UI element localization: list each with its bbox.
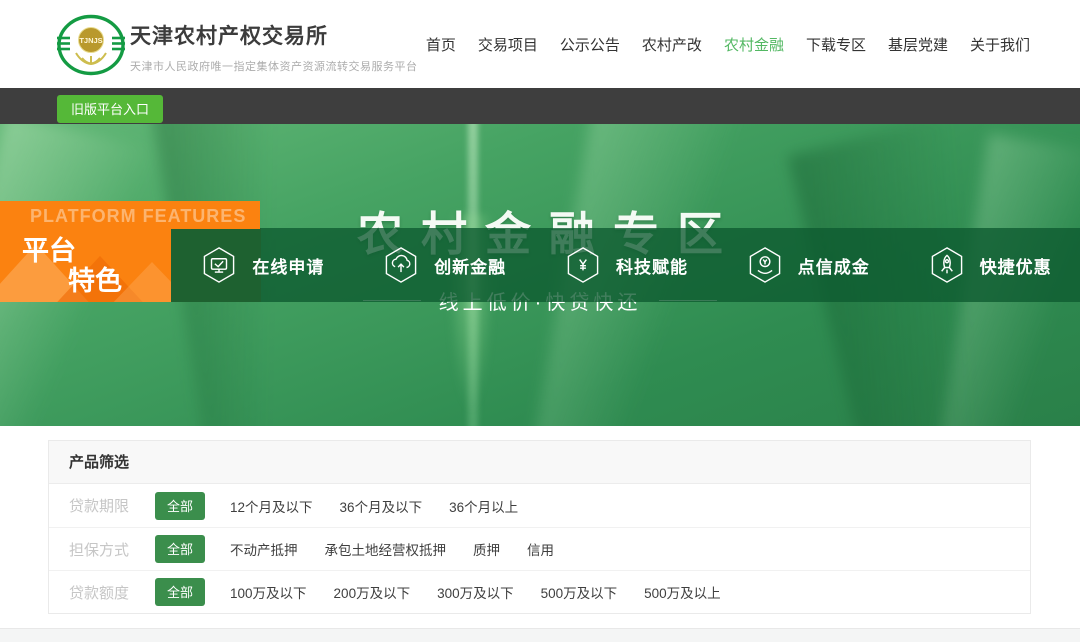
feature-item-credit-to-gold[interactable]: 点信成金 xyxy=(716,228,898,302)
filter-row-loan-amount: 贷款额度 全部 100万及以下 200万及以下 300万及以下 500万及以下 … xyxy=(49,570,1030,613)
filter-card-title: 产品筛选 xyxy=(49,441,1030,484)
footer-strip xyxy=(0,628,1080,642)
filter-option[interactable]: 质押 xyxy=(473,539,500,559)
feature-item-tech-empowerment[interactable]: 科技赋能 xyxy=(535,228,717,302)
filter-option[interactable]: 36个月以上 xyxy=(449,496,518,516)
filter-option[interactable]: 承包土地经营权抵押 xyxy=(325,539,447,559)
filter-option[interactable]: 100万及以下 xyxy=(230,582,307,602)
filter-row-label: 担保方式 xyxy=(69,539,133,560)
feature-label: 创新金融 xyxy=(434,253,506,278)
feature-item-online-apply[interactable]: 在线申请 xyxy=(171,228,353,302)
nav-item-downloads[interactable]: 下载专区 xyxy=(806,34,866,55)
main-nav: 首页 交易项目 公示公告 农村产改 农村金融 下载专区 基层党建 关于我们 xyxy=(426,0,1030,88)
filter-row-label: 贷款期限 xyxy=(69,495,133,516)
top-utility-bar: 旧版平台入口 xyxy=(0,88,1080,124)
filter-options: 12个月及以下 36个月及以下 36个月以上 xyxy=(230,496,518,516)
exchange-logo-icon: TJNJS xyxy=(56,13,126,77)
filter-option[interactable]: 信用 xyxy=(527,539,554,559)
filter-options: 不动产抵押 承包土地经营权抵押 质押 信用 xyxy=(230,539,554,559)
filter-options: 100万及以下 200万及以下 300万及以下 500万及以下 500万及以上 xyxy=(230,582,721,602)
all-option-button[interactable]: 全部 xyxy=(155,578,205,606)
filter-option[interactable]: 500万及以上 xyxy=(644,582,721,602)
page: TJNJS 天津农村产权交易所 天津市人民政府唯一指定集体资产资源流转交易服务平… xyxy=(0,0,1080,642)
all-option-button[interactable]: 全部 xyxy=(155,535,205,563)
platform-features-band: PLATFORM FEATURES xyxy=(0,201,260,229)
feature-label: 快捷优惠 xyxy=(980,253,1052,278)
nav-item-announcements[interactable]: 公示公告 xyxy=(560,34,620,55)
filter-option[interactable]: 500万及以下 xyxy=(541,582,618,602)
platform-features-en-label: PLATFORM FEATURES xyxy=(0,201,260,227)
filter-option[interactable]: 36个月及以下 xyxy=(340,496,423,516)
feature-label: 点信成金 xyxy=(798,253,870,278)
cloud-upload-icon xyxy=(381,245,421,285)
feature-item-innovative-finance[interactable]: 创新金融 xyxy=(353,228,535,302)
monitor-check-icon xyxy=(199,245,239,285)
all-option-button[interactable]: 全部 xyxy=(155,492,205,520)
feature-label: 科技赋能 xyxy=(616,253,688,278)
brand-text: 天津农村产权交易所 天津市人民政府唯一指定集体资产资源流转交易服务平台 xyxy=(130,20,418,74)
product-filter-card: 产品筛选 贷款期限 全部 12个月及以下 36个月及以下 36个月以上 担保方式… xyxy=(48,440,1031,614)
filter-row-loan-term: 贷款期限 全部 12个月及以下 36个月及以下 36个月以上 xyxy=(49,484,1030,527)
coin-hand-icon xyxy=(745,245,785,285)
filter-option[interactable]: 200万及以下 xyxy=(334,582,411,602)
feature-label: 在线申请 xyxy=(252,253,324,278)
site-subtitle: 天津市人民政府唯一指定集体资产资源流转交易服务平台 xyxy=(130,58,418,74)
filter-option[interactable]: 300万及以下 xyxy=(437,582,514,602)
header: TJNJS 天津农村产权交易所 天津市人民政府唯一指定集体资产资源流转交易服务平… xyxy=(0,0,1080,88)
nav-item-about-us[interactable]: 关于我们 xyxy=(970,34,1030,55)
platform-features-ribbon: 平台 特色 xyxy=(0,228,171,302)
nav-item-party-building[interactable]: 基层党建 xyxy=(888,34,948,55)
ribbon-cn-line2: 特色 xyxy=(68,259,122,298)
filter-row-guarantee-type: 担保方式 全部 不动产抵押 承包土地经营权抵押 质押 信用 xyxy=(49,527,1030,570)
nav-item-rural-finance[interactable]: 农村金融 xyxy=(724,34,784,55)
feature-bar: 在线申请 创新金融 科技赋能 xyxy=(171,228,1080,302)
yen-circle-icon xyxy=(563,245,603,285)
nav-item-projects[interactable]: 交易项目 xyxy=(478,34,538,55)
rocket-icon xyxy=(927,245,967,285)
filter-option[interactable]: 12个月及以下 xyxy=(230,496,313,516)
filter-option[interactable]: 不动产抵押 xyxy=(230,539,298,559)
nav-item-home[interactable]: 首页 xyxy=(426,34,456,55)
old-platform-entry-button[interactable]: 旧版平台入口 xyxy=(57,95,163,123)
site-title: 天津农村产权交易所 xyxy=(130,20,418,50)
feature-item-fast-discount[interactable]: 快捷优惠 xyxy=(898,228,1080,302)
logo-text: TJNJS xyxy=(79,36,102,45)
filter-row-label: 贷款额度 xyxy=(69,582,133,603)
nav-item-rural-reform[interactable]: 农村产改 xyxy=(642,34,702,55)
